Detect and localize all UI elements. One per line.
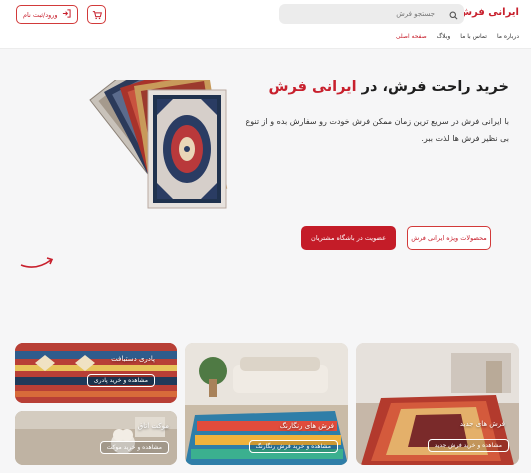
carpets-illustration: [89, 80, 228, 209]
search-icon[interactable]: [449, 5, 458, 24]
category-title-room: موکت اتاق: [137, 422, 169, 430]
room-carpet-image: [15, 411, 177, 465]
main-nav: صفحه اصلی وبلاگ تماس با ما درباره ما: [396, 33, 519, 40]
category-button-doormat[interactable]: مشاهده و خرید پادری: [86, 374, 155, 387]
cart-icon: [92, 5, 102, 24]
category-title-new: فرش های جدید: [459, 420, 505, 428]
hero-title-brand: ایرانی فرش: [268, 79, 357, 95]
cart-button[interactable]: [87, 5, 106, 24]
site-header: ایرانی فرش ورود/ثبت نام صفحه اصلی وبلاگ …: [0, 0, 531, 49]
category-card-doormat[interactable]: پادری دستبافت مشاهده و خرید پادری: [15, 343, 177, 403]
hero-description: با ایرانی فرش در سریع ترین زمان ممکن فرش…: [245, 117, 510, 143]
join-club-button[interactable]: عضویت در باشگاه مشتریان: [301, 226, 396, 250]
category-title-doormat: پادری دستبافت: [111, 355, 155, 363]
login-button[interactable]: ورود/ثبت نام: [16, 5, 78, 24]
category-card-room[interactable]: موکت اتاق مشاهده و خرید موکت: [15, 411, 177, 465]
doormat-image: [15, 343, 177, 403]
category-card-colorful[interactable]: فرش های رنگارنگ مشاهده و خرید فرش رنگارن…: [185, 343, 348, 465]
hero-title: خرید راحت فرش، در ایرانی فرش: [268, 79, 509, 95]
nav-home[interactable]: صفحه اصلی: [396, 33, 427, 40]
category-card-new[interactable]: فرش های جدید مشاهده و خرید فرش جدید: [356, 343, 519, 465]
login-label: ورود/ثبت نام: [23, 10, 58, 19]
curved-arrow-icon: [20, 257, 54, 268]
nav-about[interactable]: درباره ما: [497, 33, 519, 40]
category-button-room[interactable]: مشاهده و خرید موکت: [99, 441, 169, 454]
nav-contact[interactable]: تماس با ما: [460, 33, 487, 40]
search-input[interactable]: [285, 10, 435, 18]
site-logo[interactable]: ایرانی فرش: [458, 7, 519, 18]
category-button-new[interactable]: مشاهده و خرید فرش جدید: [427, 439, 509, 452]
nav-blog[interactable]: وبلاگ: [437, 33, 451, 40]
login-icon: [62, 9, 71, 20]
category-title-colorful: فرش های رنگارنگ: [279, 422, 334, 430]
category-button-colorful[interactable]: مشاهده و خرید فرش رنگارنگ: [248, 440, 338, 453]
hero-title-prefix: خرید راحت فرش، در: [361, 79, 509, 95]
search-bar[interactable]: [279, 4, 464, 24]
special-products-button[interactable]: محصولات ویژه ایرانی فرش: [407, 226, 491, 250]
